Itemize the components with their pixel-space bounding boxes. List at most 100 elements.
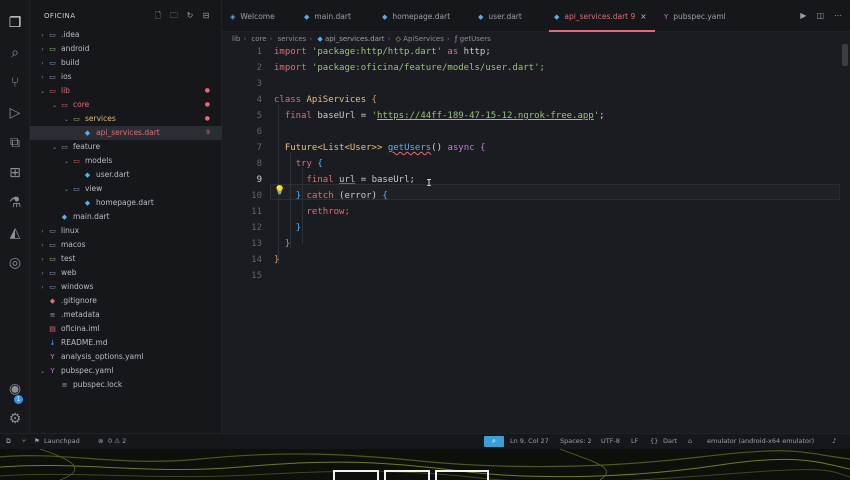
breadcrumb-item[interactable]: core — [251, 35, 266, 43]
run-debug-icon[interactable]: ▷ — [6, 104, 24, 122]
new-file-icon[interactable]: 🗋 — [153, 11, 163, 21]
source-control-icon[interactable]: ⑂ — [6, 74, 24, 92]
breadcrumb-item[interactable]: getUsers — [460, 35, 491, 43]
device-selector[interactable]: emulator (android-x64 emulator) — [707, 434, 814, 449]
bell-icon[interactable]: ♪ — [832, 434, 836, 449]
breadcrumb-item[interactable]: lib — [232, 35, 240, 43]
code-line: } — [274, 255, 280, 265]
tree-item-label: services — [85, 114, 116, 123]
tree-item[interactable]: ↓ README.md — [30, 336, 222, 350]
tree-item[interactable]: ⌄ ▭ services ● — [30, 112, 222, 126]
tree-item[interactable]: › ▭ android — [30, 42, 222, 56]
code-token: import — [274, 63, 307, 73]
logo-shape — [384, 470, 430, 480]
code-token: try — [295, 159, 312, 169]
tab-pubspec-yaml[interactable]: Ypubspec.yaml — [664, 9, 726, 25]
tree-item[interactable]: › ▭ windows — [30, 280, 222, 294]
tab-homepage-dart[interactable]: ◆ homepage.dart — [382, 9, 450, 25]
breadcrumb-item[interactable]: api_services.dart — [325, 35, 384, 43]
tree-item-label: homepage.dart — [96, 198, 154, 207]
files-icon[interactable]: ❐ — [6, 14, 24, 32]
refresh-icon[interactable]: ↻ — [185, 11, 195, 21]
language-mode[interactable]: Dart — [663, 434, 677, 449]
tab-api-services-dart[interactable]: ◆ api_services.dart 9 × — [554, 9, 647, 25]
extensions-icon[interactable]: ⊞ — [6, 164, 24, 182]
tree-item[interactable]: › ▭ linux — [30, 224, 222, 238]
tree-item[interactable]: ⌄ ▭ lib ● — [30, 84, 222, 98]
tab-main-dart[interactable]: ◆ main.dart — [304, 9, 351, 25]
tree-item[interactable]: ⌄ ▭ feature — [30, 140, 222, 154]
gear-icon[interactable]: ⚙ — [6, 410, 24, 428]
line-number: 2 — [256, 63, 262, 73]
code-line: } — [295, 223, 302, 233]
folder-icon: ▭ — [49, 227, 56, 235]
line-number: 8 — [256, 159, 262, 169]
new-folder-icon[interactable]: 🗀 — [169, 11, 179, 21]
testing-icon[interactable]: ⚗ — [6, 194, 24, 212]
close-icon[interactable]: × — [640, 12, 646, 21]
breadcrumb-item[interactable]: ApiServices — [403, 35, 444, 43]
line-number: 6 — [256, 127, 262, 137]
indentation-status[interactable]: Spaces: 2 — [560, 434, 592, 449]
tree-item[interactable]: ◆ .gitignore — [30, 294, 222, 308]
tree-item-label: ios — [61, 72, 72, 81]
explorer-panel: OFICINA 🗋 🗀 ↻ ⊟ › ▭ .idea › ▭ android › ▭ buil… — [30, 0, 222, 433]
lightbulb-icon[interactable]: 💡 — [274, 186, 285, 196]
cursor-position[interactable]: Ln 9, Col 27 — [510, 434, 549, 449]
flutter-icon[interactable]: ◭ — [6, 224, 24, 242]
dart-file-icon: ◆ — [478, 13, 484, 21]
zoom-search-icon[interactable]: ⌕ — [484, 436, 504, 447]
remote-icon[interactable]: ⧉ — [6, 434, 11, 449]
tree-item[interactable]: ⌄ ▭ view — [30, 182, 222, 196]
code-line: try { — [295, 159, 323, 169]
tree-item[interactable]: ◆ homepage.dart — [30, 196, 222, 210]
code-token: catch — [306, 191, 334, 201]
launchpad-status[interactable]: Launchpad — [44, 434, 80, 449]
tab-welcome[interactable]: ◈ Welcome — [230, 9, 275, 25]
chevron-right-icon: › — [41, 46, 44, 53]
code-editor[interactable]: 1 2 3 4 5 6 7 8 9 10 11 12 13 14 15 impo… — [222, 44, 850, 424]
tree-item[interactable]: › ▭ web — [30, 266, 222, 280]
remote-explorer-icon[interactable]: ⧉ — [6, 134, 24, 152]
tree-item-label: .gitignore — [61, 296, 97, 305]
run-icon[interactable]: ▶ — [800, 11, 806, 20]
folder-icon: ▭ — [49, 45, 56, 53]
code-line: } catch (error) { — [295, 191, 388, 201]
breadcrumb-item[interactable]: services — [278, 35, 307, 43]
code-token: import — [274, 47, 307, 57]
branch-icon[interactable]: ⑂ — [22, 434, 26, 449]
tree-item[interactable]: › ▭ ios — [30, 70, 222, 84]
tree-item[interactable]: › ▭ test — [30, 252, 222, 266]
folder-icon: ▭ — [49, 283, 56, 291]
tree-item[interactable]: ⌄ ▭ core ● — [30, 98, 222, 112]
tree-item[interactable]: Yanalysis_options.yaml — [30, 350, 222, 364]
tab-user-dart[interactable]: ◆ user.dart — [478, 9, 522, 25]
split-editor-icon[interactable]: ◫ — [816, 11, 824, 20]
editor-scrollbar[interactable] — [842, 44, 848, 66]
tree-item-selected[interactable]: ◆ api_services.dart 9 — [30, 126, 222, 140]
line-number: 3 — [256, 79, 262, 89]
more-actions-icon[interactable]: ⋯ — [834, 11, 842, 20]
encoding-status[interactable]: UTF-8 — [601, 434, 620, 449]
yaml-file-icon: Y — [664, 13, 669, 21]
tree-item[interactable]: › ▭ .idea — [30, 28, 222, 42]
chevron-down-icon: ⌄ — [51, 144, 58, 151]
eol-status[interactable]: LF — [631, 434, 638, 449]
problems-status[interactable]: 0 ⚠ 2 — [108, 434, 126, 449]
tree-item[interactable]: ⌄ ▭ models — [30, 154, 222, 168]
tree-item[interactable]: ▤ oficina.iml — [30, 322, 222, 336]
collapse-all-icon[interactable]: ⊟ — [201, 11, 211, 21]
tree-item[interactable]: › ▭ macos — [30, 238, 222, 252]
tree-item[interactable]: ◆ user.dart — [30, 168, 222, 182]
tree-item[interactable]: ⌄ Ypubspec.yaml — [30, 364, 222, 378]
line-number: 13 — [251, 239, 262, 249]
folder-icon: ▭ — [49, 59, 56, 67]
devtools-icon[interactable]: ◎ — [6, 254, 24, 272]
url-link[interactable]: https://44ff-189-47-15-12.ngrok-free.app — [377, 111, 594, 121]
tree-item-label: pubspec.yaml — [61, 366, 114, 375]
search-icon[interactable]: ⌕ — [6, 44, 24, 62]
tree-item[interactable]: ◆ main.dart — [30, 210, 222, 224]
tree-item[interactable]: › ▭ build — [30, 56, 222, 70]
tree-item[interactable]: ≡ pubspec.lock — [30, 378, 222, 392]
tree-item[interactable]: ≡ .metadata — [30, 308, 222, 322]
